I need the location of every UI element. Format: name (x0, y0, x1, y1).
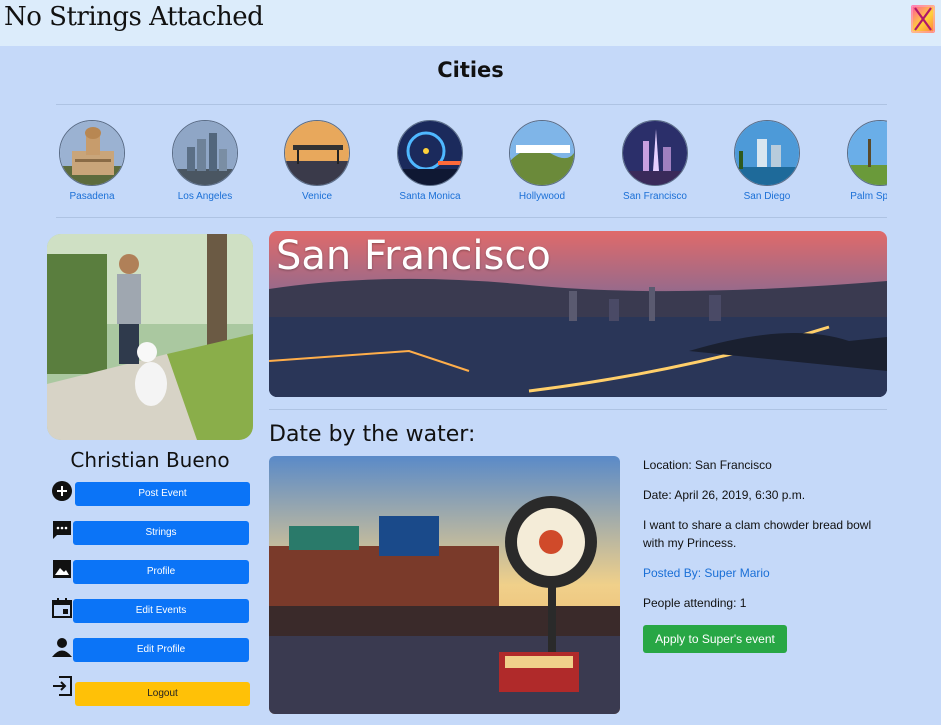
city-label: Hollywood (518, 191, 566, 202)
chat-bubble-icon (51, 519, 73, 541)
city-label: Pasadena (69, 191, 115, 202)
city-san-francisco[interactable]: San Francisco (599, 120, 711, 202)
los-angeles-photo (172, 120, 238, 186)
strings-button[interactable]: Strings (73, 521, 249, 545)
city-hero-banner: San Francisco (269, 231, 887, 397)
event-description: I want to share a clam chowder bread bow… (643, 518, 872, 550)
city-hollywood[interactable]: Hollywood (486, 120, 598, 202)
palm-springs-photo (847, 120, 887, 186)
city-pasadena[interactable]: Pasadena (56, 120, 148, 202)
edit-events-button[interactable]: Edit Events (73, 599, 249, 623)
city-label: San Francisco (623, 191, 687, 202)
divider (56, 104, 887, 105)
city-label: Santa Monica (399, 191, 461, 202)
san-francisco-photo (622, 120, 688, 186)
city-los-angeles[interactable]: Los Angeles (149, 120, 261, 202)
posted-by-link[interactable]: Posted By: Super Mario (643, 564, 893, 582)
image-icon (51, 558, 73, 580)
people-attending: People attending: 1 (643, 596, 747, 610)
cities-heading: Cities (437, 58, 504, 82)
city-hero-title: San Francisco (276, 233, 551, 279)
city-palm-springs[interactable]: Palm Springs (824, 120, 887, 202)
city-carousel[interactable]: Pasadena Los Angeles Venice Santa Monica… (56, 116, 887, 212)
city-san-diego[interactable]: San Diego (711, 120, 823, 202)
hollywood-photo (509, 120, 575, 186)
profile-button[interactable]: Profile (73, 560, 249, 584)
apply-event-button[interactable]: Apply to Super's event (643, 625, 787, 653)
calendar-icon (51, 597, 73, 619)
city-label: Venice (301, 191, 333, 202)
santa-monica-photo (397, 120, 463, 186)
divider (56, 217, 887, 218)
profile-name: Christian Bueno (70, 448, 230, 472)
top-navbar: No Strings Attached (0, 0, 941, 46)
post-event-button[interactable]: Post Event (75, 482, 250, 506)
edit-profile-button[interactable]: Edit Profile (73, 638, 249, 662)
city-santa-monica[interactable]: Santa Monica (374, 120, 486, 202)
person-icon (51, 636, 73, 658)
logout-button[interactable]: Logout (75, 682, 250, 706)
city-venice[interactable]: Venice (261, 120, 373, 202)
logout-icon (51, 675, 73, 697)
event-title: Date by the water: (269, 422, 476, 447)
profile-avatar (47, 234, 253, 440)
event-date: Date: April 26, 2019, 6:30 p.m. (643, 488, 806, 502)
event-location: Location: San Francisco (643, 458, 772, 472)
divider (269, 409, 887, 410)
venice-photo (284, 120, 350, 186)
city-label: Palm Springs (850, 191, 887, 202)
event-image (269, 456, 620, 714)
city-label: San Diego (743, 191, 791, 202)
plus-circle-icon (51, 480, 73, 502)
san-diego-photo (734, 120, 800, 186)
app-logo-icon[interactable] (911, 5, 935, 33)
pasadena-photo (59, 120, 125, 186)
brand-title[interactable]: No Strings Attached (4, 2, 264, 32)
city-label: Los Angeles (177, 191, 233, 202)
